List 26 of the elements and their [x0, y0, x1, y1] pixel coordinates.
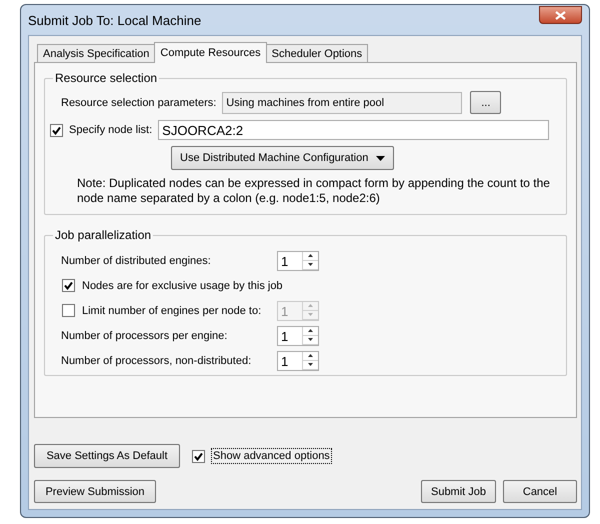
number-spinner[interactable]: 1: [277, 250, 319, 270]
tab[interactable]: Analysis Specification: [37, 44, 156, 62]
text-field[interactable]: SJOORCA2:2: [158, 120, 550, 140]
checkbox-label: Nodes are for exclusive usage by this job: [82, 280, 283, 292]
tab[interactable]: Scheduler Options: [266, 44, 368, 62]
browse-button[interactable]: ...: [470, 91, 502, 114]
submit-button[interactable]: Submit Job: [421, 480, 496, 503]
note-text: Note: Duplicated nodes can be expressed in compact form by appending the count to the node name separated by a colon (e.g. node1:5, node2:6): [77, 176, 551, 206]
checkbox-label: Limit number of engines per node to:: [82, 304, 262, 316]
cancel-button[interactable]: Cancel: [503, 480, 577, 503]
field-label: Resource selection parameters:: [61, 96, 216, 108]
preview-button[interactable]: Preview Submission: [34, 480, 156, 503]
save-default-button[interactable]: Save Settings As Default: [34, 444, 180, 468]
text-field[interactable]: Using machines from entire pool: [222, 92, 462, 114]
tab[interactable]: Compute Resources: [154, 42, 267, 63]
field-label: Number of processors per engine:: [61, 330, 228, 342]
field-label: Number of processors, non-distributed:: [61, 354, 252, 366]
dropdown-button[interactable]: Use Distributed Machine Configuration: [171, 146, 394, 170]
checkbox-label: Specify node list:: [69, 124, 152, 136]
checkbox-label: Show advanced options: [212, 449, 331, 463]
group-title: Resource selection: [54, 71, 158, 85]
group-title: Job parallelization: [54, 228, 152, 242]
number-spinner[interactable]: 1: [277, 326, 319, 346]
number-spinner[interactable]: 1: [277, 350, 319, 370]
window-title: Submit Job To: Local Machine: [28, 12, 202, 28]
field-label: Number of distributed engines:: [61, 254, 212, 266]
